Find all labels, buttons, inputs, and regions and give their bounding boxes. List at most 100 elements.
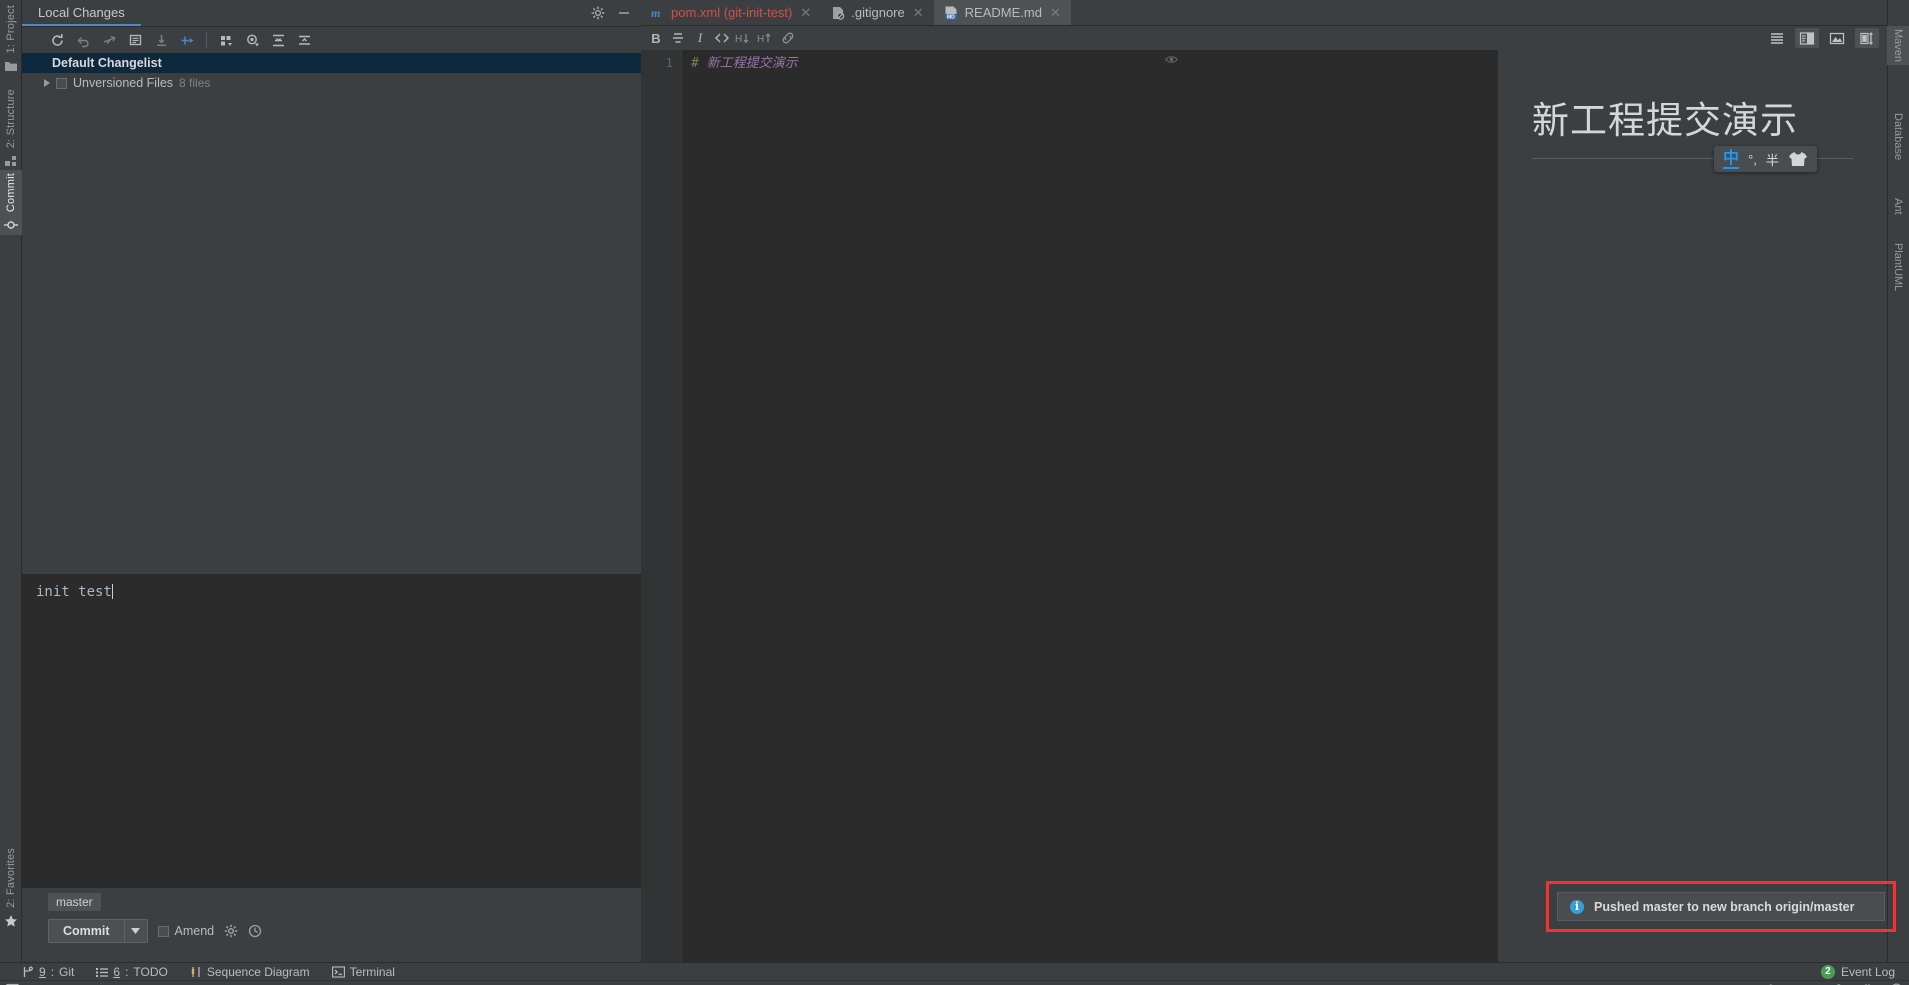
sidebar-item-database[interactable]: Database xyxy=(1887,110,1909,163)
bottom-item-git-label: Git xyxy=(59,964,75,979)
local-changes-window: Local Changes Default Changelist Unversi… xyxy=(22,0,641,962)
text-caret xyxy=(111,584,113,599)
sidebar-item-ant[interactable]: Ant xyxy=(1887,195,1909,218)
editor-tab-readme-md[interactable]: MD README.md ✕ xyxy=(933,0,1071,25)
shirt-icon[interactable] xyxy=(1788,151,1808,167)
notification-balloon[interactable]: i Pushed master to new branch origin/mas… xyxy=(1557,892,1885,921)
shelve-icon[interactable] xyxy=(174,28,200,52)
toolbar-separator xyxy=(206,32,207,48)
ime-punctuation-toggle[interactable]: °, xyxy=(1748,152,1757,167)
local-changes-toolbar xyxy=(22,27,641,53)
amend-label: Amend xyxy=(174,924,215,938)
bottom-item-git-num: 9 xyxy=(39,964,46,979)
tab-local-changes-label: Local Changes xyxy=(38,4,125,20)
idea-window: 1: Project 2: Structure Commit 2: Favori… xyxy=(0,0,1909,985)
chevron-right-icon[interactable] xyxy=(44,79,50,87)
bottom-item-sequence-diagram[interactable]: Sequence Diagram xyxy=(190,965,310,979)
chevron-down-icon[interactable] xyxy=(125,928,147,934)
editor-tab-pom-xml-label: pom.xml (git-init-test) xyxy=(671,5,793,20)
tree-node-count: 8 files xyxy=(179,76,211,90)
markdown-heading-text: 新工程提交演示 xyxy=(698,56,798,71)
gear-icon[interactable] xyxy=(591,6,605,20)
ime-status-bar[interactable]: 中 °, 半 xyxy=(1714,146,1817,172)
status-bar: Pushed master to new branch origin/maste… xyxy=(0,980,1909,985)
commit-button-label: Commit xyxy=(63,924,110,938)
close-icon[interactable]: ✕ xyxy=(1050,5,1061,21)
changelist-default[interactable]: Default Changelist xyxy=(22,53,641,73)
sequence-diagram-icon xyxy=(190,966,202,978)
svg-text:H: H xyxy=(757,34,764,45)
editor-tab-pom-xml[interactable]: m pom.xml (git-init-test) ✕ xyxy=(641,0,821,25)
editor-only-icon[interactable] xyxy=(1765,28,1789,48)
header-down-icon[interactable]: H xyxy=(733,27,755,49)
notification-text: Pushed master to new branch origin/maste… xyxy=(1594,899,1855,914)
info-icon: i xyxy=(1570,899,1584,914)
bottom-item-git[interactable]: 9: Git xyxy=(22,965,74,979)
sidebar-item-plantuml[interactable]: PlantUML xyxy=(1887,240,1909,294)
group-by-icon[interactable] xyxy=(213,28,239,52)
right-tool-strip: Maven Database Ant PlantUML xyxy=(1887,0,1909,962)
split-layout-icon[interactable] xyxy=(1855,28,1879,48)
show-diff-icon[interactable] xyxy=(122,28,148,52)
tab-local-changes[interactable]: Local Changes xyxy=(22,0,141,26)
minimize-icon[interactable] xyxy=(617,6,631,20)
strikethrough-icon[interactable] xyxy=(667,27,689,49)
bottom-item-terminal[interactable]: Terminal xyxy=(331,965,395,979)
commit-icon xyxy=(4,218,18,232)
revert-icon[interactable] xyxy=(96,28,122,52)
history-icon[interactable] xyxy=(248,924,262,938)
commit-action-bar: Commit Amend xyxy=(44,916,641,946)
commit-options-gear-icon[interactable] xyxy=(224,924,238,938)
gitignore-icon xyxy=(831,6,845,20)
code-editor-pane[interactable]: 1 # 新工程提交演示 xyxy=(641,50,1497,985)
bottom-item-todo[interactable]: 6: TODO xyxy=(96,964,168,979)
sidebar-label-database: Database xyxy=(1892,113,1904,161)
ime-width-toggle[interactable]: 半 xyxy=(1766,150,1779,169)
link-icon[interactable] xyxy=(777,27,799,49)
preview-only-icon[interactable] xyxy=(1825,28,1849,48)
commit-message-text: init test xyxy=(36,584,112,600)
commit-button[interactable]: Commit xyxy=(48,919,148,943)
commit-message-input[interactable]: init test xyxy=(22,575,641,888)
amend-checkbox[interactable] xyxy=(157,925,169,937)
amend-checkbox-row[interactable]: Amend xyxy=(157,924,215,938)
close-icon[interactable]: ✕ xyxy=(913,5,924,21)
sidebar-label-favorites: 2: Favorites xyxy=(5,848,17,908)
editor-tab-gitignore-label: .gitignore xyxy=(851,5,905,20)
editor-area: m pom.xml (git-init-test) ✕ .gitignore ✕… xyxy=(641,0,1887,985)
sidebar-item-commit[interactable]: Commit xyxy=(0,170,22,236)
italic-icon[interactable]: I xyxy=(689,27,711,49)
sidebar-item-maven[interactable]: Maven xyxy=(1887,26,1909,66)
editor-and-preview-icon[interactable] xyxy=(1795,28,1819,48)
bottom-item-sequence-diagram-label: Sequence Diagram xyxy=(206,964,310,979)
close-icon[interactable]: ✕ xyxy=(800,5,811,21)
header-up-icon[interactable]: H xyxy=(755,27,777,49)
svg-text:m: m xyxy=(651,6,660,20)
markdown-toolbar: B I H H xyxy=(641,26,1887,50)
sidebar-label-maven: Maven xyxy=(1892,29,1904,63)
sidebar-item-structure[interactable]: 2: Structure xyxy=(0,86,22,171)
event-log-button[interactable]: 2 Event Log xyxy=(1820,964,1909,979)
collapse-all-icon[interactable] xyxy=(291,28,317,52)
bold-icon[interactable]: B xyxy=(645,27,667,49)
markdown-preview-pane: 新工程提交演示 中 °, 半 xyxy=(1498,50,1887,985)
get-from-vcs-icon[interactable] xyxy=(148,28,174,52)
expand-all-icon[interactable] xyxy=(265,28,291,52)
bottom-item-todo-num: 6 xyxy=(113,964,121,979)
editor-tab-gitignore[interactable]: .gitignore ✕ xyxy=(821,0,933,25)
code-icon[interactable] xyxy=(711,27,733,49)
tree-node-checkbox[interactable] xyxy=(56,77,67,89)
rollback-icon[interactable] xyxy=(70,28,96,52)
sidebar-item-project[interactable]: 1: Project xyxy=(0,2,22,76)
ime-mode-indicator[interactable]: 中 xyxy=(1723,150,1740,169)
tree-node-unversioned-files[interactable]: Unversioned Files 8 files xyxy=(22,73,641,93)
eye-icon[interactable] xyxy=(1165,54,1178,66)
preview-diff-icon[interactable] xyxy=(239,28,265,52)
sidebar-label-commit: Commit xyxy=(5,173,17,213)
sidebar-item-favorites[interactable]: 2: Favorites xyxy=(0,845,22,931)
refresh-icon[interactable] xyxy=(44,28,70,52)
bottom-tool-window-bar: 9: Git 6: TODO Sequence Diagram Terminal… xyxy=(0,962,1909,980)
notification-highlight-box: i Pushed master to new branch origin/mas… xyxy=(1546,881,1896,932)
commit-branch-chip: master xyxy=(48,893,101,911)
local-changes-header: Local Changes xyxy=(22,0,641,27)
